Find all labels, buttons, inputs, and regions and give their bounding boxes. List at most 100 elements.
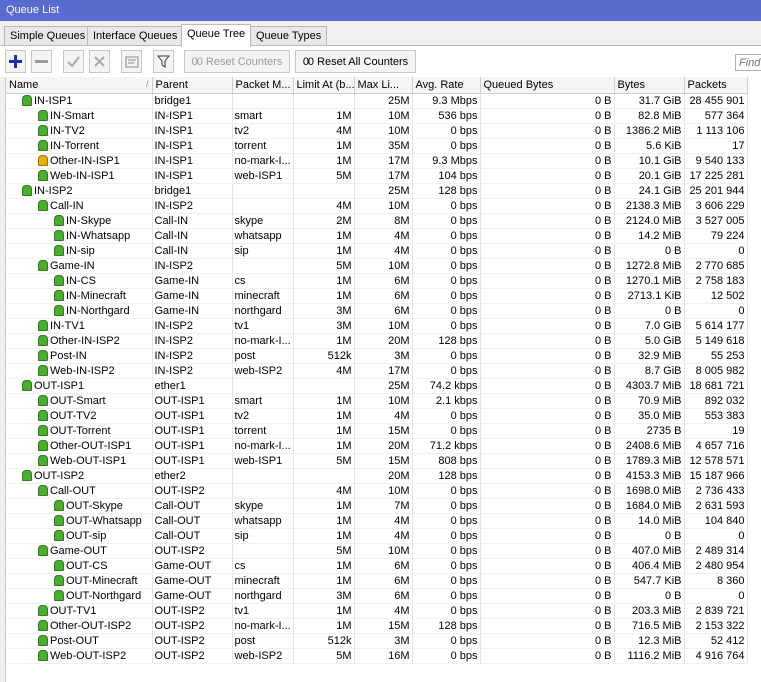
table-row[interactable]: OUT-sip Call-OUT sip 1M 4M 0 bps 0 B0 B0 xyxy=(6,528,748,544)
queue-name: Web-IN-ISP2 xyxy=(50,364,115,377)
tab-queue-types[interactable]: Queue Types xyxy=(250,26,328,46)
table-row[interactable]: IN-TV1 IN-ISP2 tv1 3M 10M 0 bps 0 B 7.0 GiB 5 61… xyxy=(6,318,748,334)
column-header-packet-mark[interactable]: Packet M... xyxy=(232,77,294,94)
table-row[interactable]: Call-IN IN-ISP2 4M 10M 0 bps 0 B 2138.3 MiB 3 6… xyxy=(6,198,748,214)
column-header-bytes[interactable]: Bytes xyxy=(614,77,685,94)
table-row[interactable]: OUT-Torrent OUT-ISP1 torrent 1M 15M 0 bps 0 B2… xyxy=(6,423,748,439)
table-row[interactable]: Game-OUT OUT-ISP2 5M 10M 0 bps 0 B 407.0 MiB 2 … xyxy=(6,543,748,559)
table-row[interactable]: OUT-TV1 OUT-ISP2 tv1 1M 4M 0 bps 0 B 203.3 MiB 2… xyxy=(6,603,748,619)
table-row[interactable]: OUT-TV2 OUT-ISP1 tv2 1M 4M 0 bps 0 B 35.0 MiB 55… xyxy=(6,408,748,424)
comment-button[interactable] xyxy=(121,50,142,73)
cell-max-limit: 4M xyxy=(354,513,413,529)
table-row[interactable]: IN-Whatsapp Call-IN whatsapp 1M 4M 0 bps 0 B 14… xyxy=(6,228,748,244)
queue-icon xyxy=(38,170,48,181)
table-row[interactable]: Other-OUT-ISP2 OUT-ISP2 no-mark-I... 1M 15M 1… xyxy=(6,618,748,634)
queue-icon xyxy=(38,200,48,211)
remove-button[interactable] xyxy=(31,50,52,73)
column-header-parent[interactable]: Parent xyxy=(152,77,233,94)
table-row[interactable]: Web-IN-ISP1 IN-ISP1 web-ISP1 5M 17M 104 bps 0 … xyxy=(6,168,748,184)
cell-packet-mark: whatsapp xyxy=(232,228,294,244)
table-row[interactable]: Game-IN IN-ISP2 5M 10M 0 bps 0 B 1272.8 MiB 2 7… xyxy=(6,258,748,274)
table-row[interactable]: IN-ISP2 bridge1 25M 128 bps 0 B 24.1 GiB 25 20… xyxy=(6,183,748,199)
cell-max-limit: 8M xyxy=(354,213,413,229)
table-row[interactable]: IN-Northgard Game-IN northgard 3M 6M 0 bps 0 B… xyxy=(6,303,748,319)
tab-interface-queues[interactable]: Interface Queues xyxy=(87,26,184,46)
table-row[interactable]: OUT-Northgard Game-OUT northgard 3M 6M 0 bps 0… xyxy=(6,588,748,604)
cell-packet-mark: sip xyxy=(232,528,294,544)
cell-queued-bytes: 0 B xyxy=(480,348,615,364)
disable-button[interactable] xyxy=(89,50,110,73)
tab-simple-queues[interactable]: Simple Queues xyxy=(4,26,92,46)
table-row[interactable]: Other-IN-ISP1 IN-ISP1 no-mark-I... 1M 17M 9.3… xyxy=(6,153,748,169)
cell-max-limit: 17M xyxy=(354,168,413,184)
cell-avg-rate: 0 bps xyxy=(412,258,481,274)
cell-avg-rate: 128 bps xyxy=(412,183,481,199)
tab-queue-tree[interactable]: Queue Tree xyxy=(181,24,252,47)
reset-counters-button[interactable]: 00 Reset Counters xyxy=(184,50,290,73)
cell-bytes: 31.7 GiB xyxy=(614,93,685,109)
cell-packets: 25 201 944 xyxy=(684,183,748,199)
queue-name: Call-IN xyxy=(50,199,84,212)
table-row[interactable]: Web-IN-ISP2 IN-ISP2 web-ISP2 4M 17M 0 bps 0 B8… xyxy=(6,363,748,379)
queue-name: IN-sip xyxy=(66,244,95,257)
cell-packets: 3 606 229 xyxy=(684,198,748,214)
table-row[interactable]: OUT-Minecraft Game-OUT minecraft 1M 6M 0 bps 0… xyxy=(6,573,748,589)
reset-all-counters-button[interactable]: 00 Reset All Counters xyxy=(295,50,416,73)
table-row[interactable]: Call-OUT OUT-ISP2 4M 10M 0 bps 0 B 1698.0 MiB 2… xyxy=(6,483,748,499)
cell-packets: 19 xyxy=(684,423,748,439)
cell-limit-at: 1M xyxy=(293,333,355,349)
table-row[interactable]: IN-TV2 IN-ISP1 tv2 4M 10M 0 bps 0 B 1386.2 MiB 1… xyxy=(6,123,748,139)
table-row[interactable]: IN-Smart IN-ISP1 smart 1M 10M 536 bps 0 B 82.8 … xyxy=(6,108,748,124)
table-row[interactable]: IN-Minecraft Game-IN minecraft 1M 6M 0 bps 0 B… xyxy=(6,288,748,304)
table-row[interactable]: OUT-Whatsapp Call-OUT whatsapp 1M 4M 0 bps 0 B… xyxy=(6,513,748,529)
table-row[interactable]: IN-CS Game-IN cs 1M 6M 0 bps 0 B 1270.1 MiB 2 75… xyxy=(6,273,748,289)
table-row[interactable]: OUT-ISP2 ether2 20M 128 bps 0 B 4153.3 MiB 15 … xyxy=(6,468,748,484)
column-header-queued-bytes[interactable]: Queued Bytes xyxy=(480,77,615,94)
queue-icon xyxy=(22,185,32,196)
column-header-limit-at[interactable]: Limit At (b... xyxy=(293,77,355,94)
cell-packets: 18 681 721 xyxy=(684,378,748,394)
cell-packet-mark xyxy=(232,258,294,274)
table-row[interactable]: IN-ISP1 bridge1 25M 9.3 Mbps 0 B 31.7 GiB 28 4… xyxy=(6,93,748,109)
cell-bytes: 10.1 GiB xyxy=(614,153,685,169)
queue-name: OUT-ISP1 xyxy=(34,379,85,392)
table-row[interactable]: Post-OUT OUT-ISP2 post 512k 3M 0 bps 0 B 12.3 M… xyxy=(6,633,748,649)
cell-name: OUT-TV1 xyxy=(6,603,153,619)
cell-parent: Call-IN xyxy=(152,213,233,229)
cell-bytes: 0 B xyxy=(614,303,685,319)
cell-limit-at: 1M xyxy=(293,408,355,424)
table-row[interactable]: OUT-CS Game-OUT cs 1M 6M 0 bps 0 B 406.4 MiB 2 4… xyxy=(6,558,748,574)
queue-icon xyxy=(38,335,48,346)
cell-max-limit: 20M xyxy=(354,468,413,484)
table-row[interactable]: Web-OUT-ISP1 OUT-ISP1 web-ISP1 5M 15M 808 bps… xyxy=(6,453,748,469)
column-header-name[interactable]: Name / xyxy=(6,77,153,94)
table-row[interactable]: OUT-ISP1 ether1 25M 74.2 kbps 0 B 4303.7 MiB 1… xyxy=(6,378,748,394)
cell-bytes: 2735 B xyxy=(614,423,685,439)
x-icon xyxy=(94,56,105,67)
cell-parent: OUT-ISP2 xyxy=(152,648,233,664)
table-row[interactable]: OUT-Skype Call-OUT skype 1M 7M 0 bps 0 B 1684.0… xyxy=(6,498,748,514)
table-row[interactable]: IN-Torrent IN-ISP1 torrent 1M 35M 0 bps 0 B 5.6… xyxy=(6,138,748,154)
filter-button[interactable] xyxy=(153,50,174,73)
table-row[interactable]: OUT-Smart OUT-ISP1 smart 1M 10M 2.1 kbps 0 B 70… xyxy=(6,393,748,409)
column-header-max-limit[interactable]: Max Li... xyxy=(354,77,413,94)
cell-max-limit: 3M xyxy=(354,348,413,364)
table-row[interactable]: IN-Skype Call-IN skype 2M 8M 0 bps 0 B 2124.0 M… xyxy=(6,213,748,229)
table-row[interactable]: Web-OUT-ISP2 OUT-ISP2 web-ISP2 5M 16M 0 bps 0 … xyxy=(6,648,748,664)
column-header-packets[interactable]: Packets xyxy=(684,77,748,94)
cell-max-limit: 6M xyxy=(354,303,413,319)
table-row[interactable]: Other-IN-ISP2 IN-ISP2 no-mark-I... 1M 20M 128… xyxy=(6,333,748,349)
add-button[interactable] xyxy=(5,50,26,73)
table-row[interactable]: IN-sip Call-IN sip 1M 4M 0 bps 0 B0 B0 xyxy=(6,243,748,259)
cell-queued-bytes: 0 B xyxy=(480,378,615,394)
cell-avg-rate: 0 bps xyxy=(412,633,481,649)
cell-packets: 4 916 764 xyxy=(684,648,748,664)
cell-packet-mark: tv2 xyxy=(232,123,294,139)
enable-button[interactable] xyxy=(63,50,84,73)
find-input[interactable] xyxy=(735,54,761,71)
column-header-avg-rate[interactable]: Avg. Rate xyxy=(412,77,481,94)
queue-icon xyxy=(54,290,64,301)
table-row[interactable]: Other-OUT-ISP1 OUT-ISP1 no-mark-I... 1M 20M 7… xyxy=(6,438,748,454)
counter-icon: 00 xyxy=(191,55,203,68)
table-row[interactable]: Post-IN IN-ISP2 post 512k 3M 0 bps 0 B 32.9 MiB… xyxy=(6,348,748,364)
